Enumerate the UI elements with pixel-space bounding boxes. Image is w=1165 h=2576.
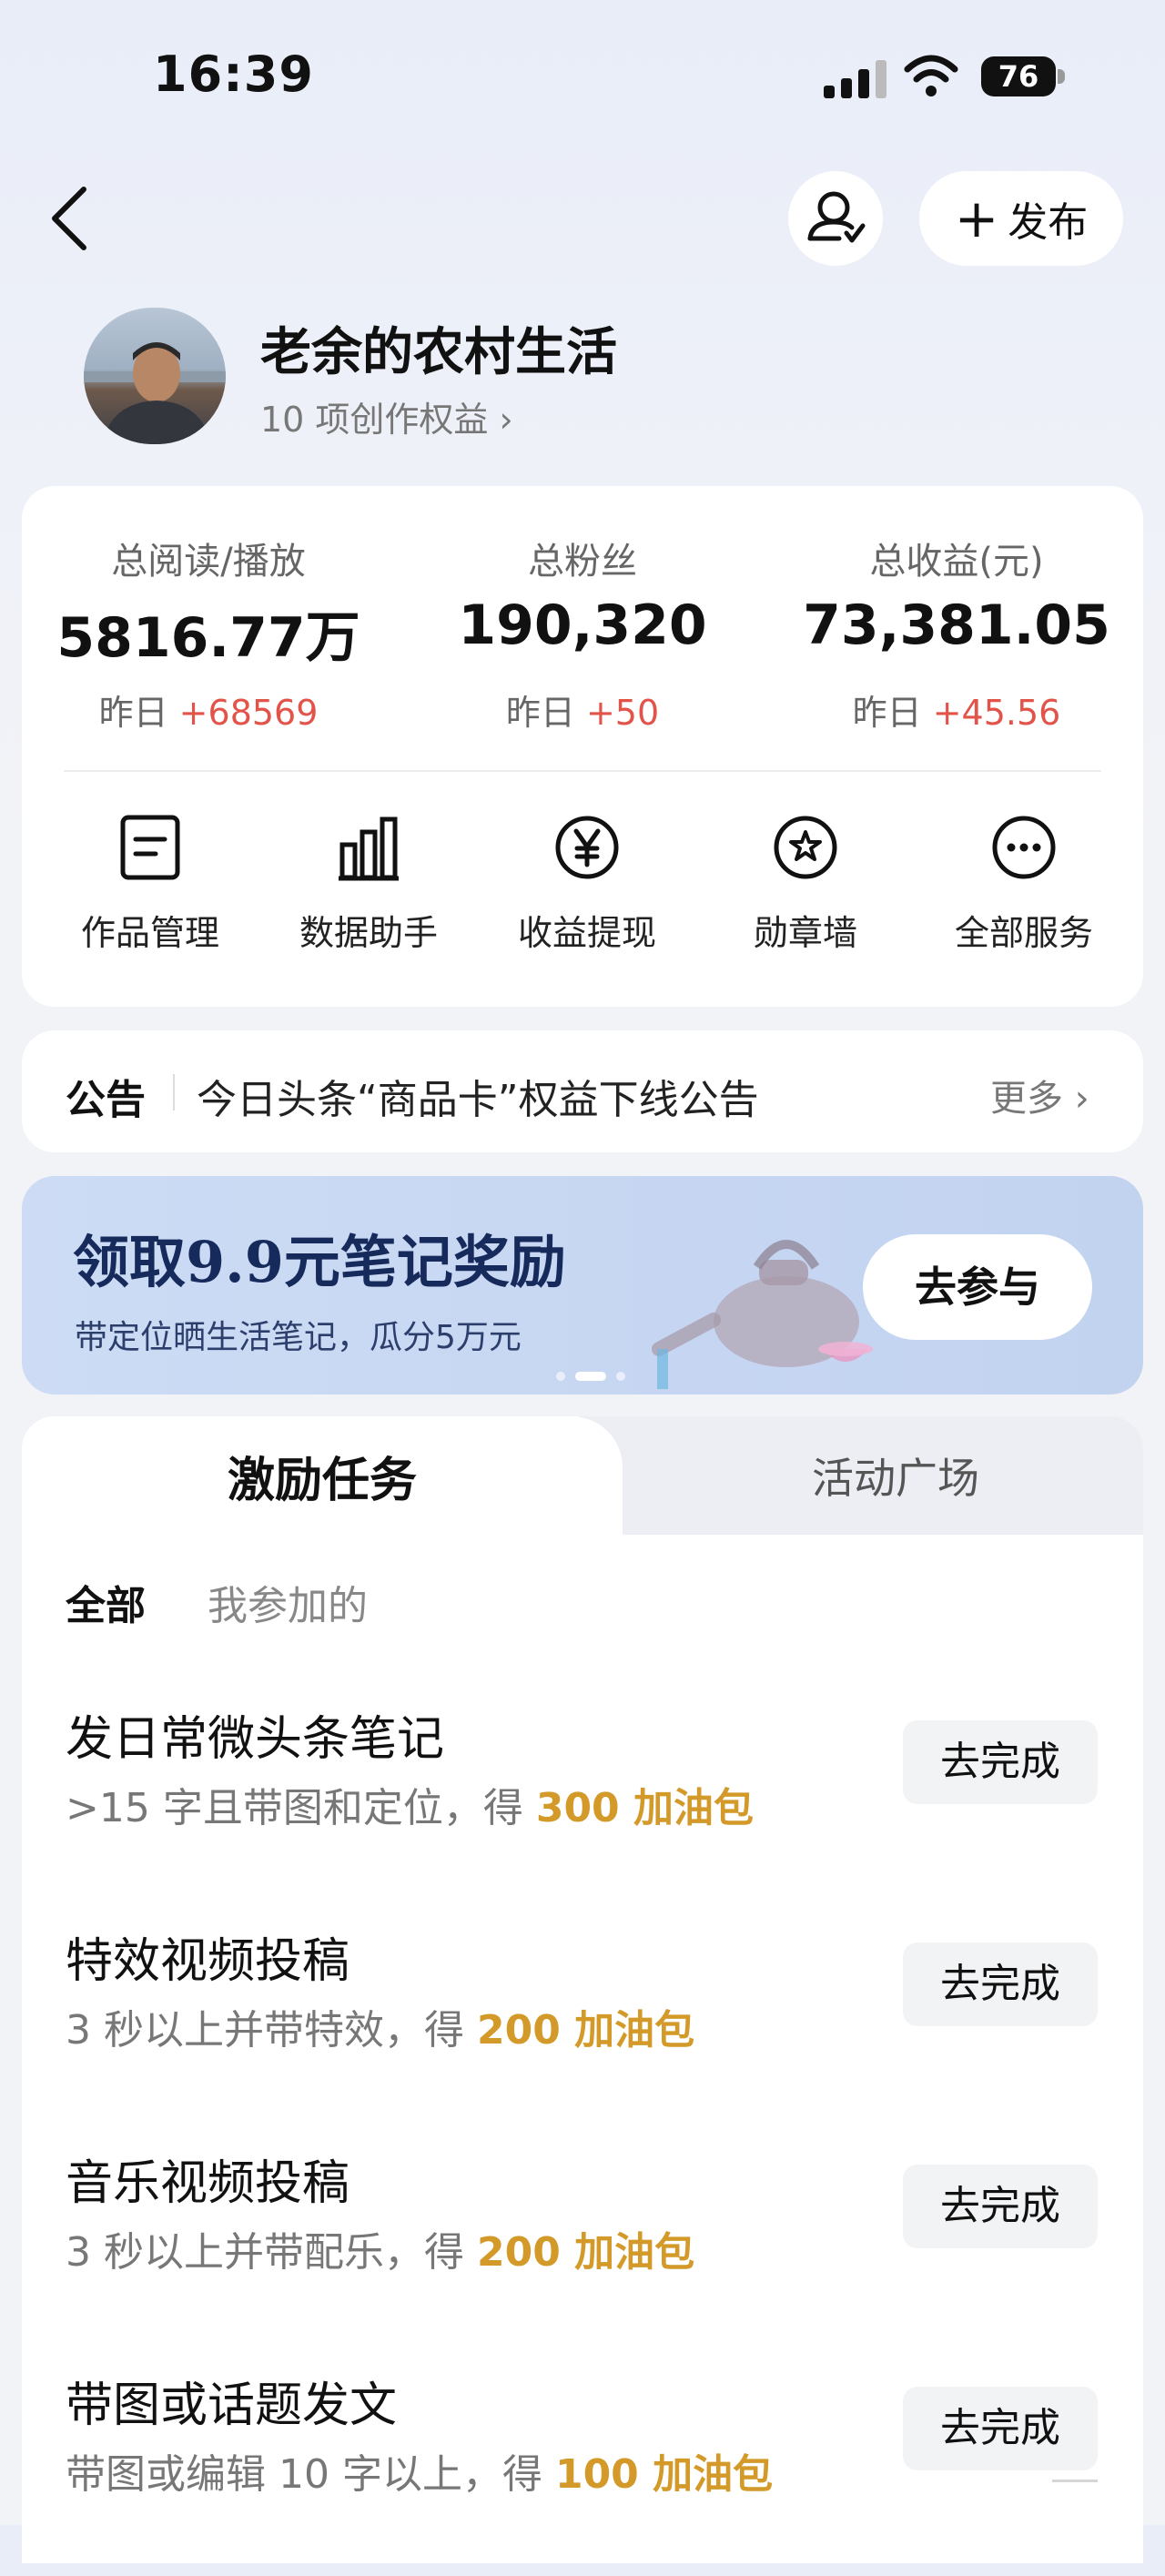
service-medal-wall[interactable]: 勋章墙: [692, 814, 919, 955]
stat-label: 总阅读/播放: [111, 541, 306, 583]
stats-card: 总阅读/播放 5816.77万 昨日 +68569 总粉丝 190,320 昨日…: [22, 486, 1143, 1007]
task-description: 3 秒以上并带特效，得 200 加油包: [66, 2007, 695, 2054]
stat-delta: 昨日 +50: [505, 693, 660, 733]
creator-rights-link[interactable]: 10 项创作权益 ›: [260, 391, 513, 441]
battery-level: 76: [981, 56, 1056, 96]
back-icon[interactable]: [44, 182, 98, 255]
battery-indicator: 76: [981, 56, 1065, 96]
divider: [173, 1074, 175, 1111]
divider: [64, 770, 1101, 772]
task-reward: 100 加油包: [554, 2451, 774, 2498]
stat-value: 5816.77万: [56, 606, 360, 670]
yen-icon: [555, 816, 619, 879]
service-label: 全部服务: [954, 913, 1093, 953]
tab-incentive-tasks[interactable]: 激励任务: [22, 1416, 623, 1535]
filter-all[interactable]: 全部: [66, 1573, 146, 1631]
service-earnings-withdraw[interactable]: 收益提现: [473, 814, 701, 955]
service-label: 数据助手: [299, 913, 438, 953]
battery-cap: [1058, 69, 1065, 84]
task-description: 3 秒以上并带配乐，得 200 加油包: [66, 2229, 695, 2276]
publish-label: 发布: [1008, 199, 1089, 246]
task-reward: 200 加油包: [476, 2229, 695, 2276]
medal-icon: [774, 816, 837, 879]
plus-icon: +: [954, 188, 999, 249]
complete-task-button[interactable]: 去完成: [903, 2165, 1098, 2248]
watermark-bars-icon: [1052, 2480, 1098, 2482]
more-icon: [992, 816, 1056, 879]
promo-banner[interactable]: 领取9.9元笔记奖励 带定位晒生活笔记，瓜分5万元 去参与: [22, 1176, 1143, 1394]
task-item: 音乐视频投稿 3 秒以上并带配乐，得 200 加油包 去完成: [22, 2145, 1143, 2354]
stat-delta: 昨日 +68569: [98, 693, 319, 733]
user-follow-button[interactable]: [788, 171, 883, 266]
announcement-text[interactable]: 今日头条“商品卡”权益下线公告: [197, 1067, 759, 1125]
stat-label: 总收益(元): [869, 541, 1044, 583]
task-item: 发日常微头条笔记 >15 字且带图和定位，得 300 加油包 去完成: [22, 1700, 1143, 1910]
banner-subtitle: 带定位晒生活笔记，瓜分5万元: [75, 1319, 522, 1356]
document-icon: [120, 815, 180, 880]
stat-delta: 昨日 +45.56: [852, 693, 1061, 733]
service-data-assistant[interactable]: 数据助手: [255, 814, 482, 955]
join-button[interactable]: 去参与: [863, 1234, 1092, 1340]
stat-value: 73,381.05: [803, 593, 1110, 657]
avatar-photo: [84, 342, 226, 444]
service-all-services[interactable]: 全部服务: [910, 814, 1138, 955]
announcement-title: 公告: [66, 1077, 146, 1123]
wifi-icon: [904, 55, 958, 96]
cellular-signal-icon: [824, 60, 886, 98]
announcement-more-link[interactable]: 更多 ›: [990, 1069, 1089, 1121]
tasks-panel: 激励任务 活动广场 全部 我参加的 发日常微头条笔记 >15 字且带图和定位，得…: [22, 1416, 1143, 2563]
task-title: 音乐视频投稿: [66, 2156, 350, 2211]
task-description: >15 字且带图和定位，得 300 加油包: [66, 1785, 754, 1831]
service-label: 作品管理: [80, 913, 219, 953]
task-title: 特效视频投稿: [66, 1934, 350, 1989]
publish-button[interactable]: + 发布: [919, 171, 1123, 266]
task-title: 带图或话题发文: [66, 2378, 398, 2433]
bar-chart-icon: [339, 816, 399, 881]
task-reward: 200 加油包: [476, 2007, 695, 2054]
task-reward: 300 加油包: [535, 1785, 754, 1831]
complete-task-button[interactable]: 去完成: [903, 2387, 1098, 2470]
complete-task-button[interactable]: 去完成: [903, 1942, 1098, 2026]
service-label: 勋章墙: [753, 913, 857, 953]
carousel-dots: [556, 1372, 625, 1381]
task-description: 带图或编辑 10 字以上，得 100 加油包: [66, 2451, 774, 2498]
task-item: 特效视频投稿 3 秒以上并带特效，得 200 加油包 去完成: [22, 1922, 1143, 2132]
announcement-bar[interactable]: 公告 今日头条“商品卡”权益下线公告 更多 ›: [22, 1030, 1143, 1152]
complete-task-button[interactable]: 去完成: [903, 1720, 1098, 1804]
tab-activity-square[interactable]: 活动广场: [677, 1416, 1114, 1535]
stat-label: 总粉丝: [528, 541, 637, 583]
filter-joined[interactable]: 我参加的: [208, 1573, 368, 1631]
service-works-management[interactable]: 作品管理: [36, 814, 264, 955]
service-label: 收益提现: [517, 913, 656, 953]
banner-title: 领取9.9元笔记奖励: [73, 1229, 566, 1295]
status-time: 16:39: [153, 46, 314, 103]
stat-value: 190,320: [458, 593, 707, 657]
task-title: 发日常微头条笔记: [66, 1712, 445, 1767]
task-item: 带图或话题发文 带图或编辑 10 字以上，得 100 加油包 去完成: [22, 2367, 1143, 2576]
avatar[interactable]: [84, 308, 226, 444]
user-check-icon: [807, 191, 866, 243]
account-name: 老余的农村生活: [260, 323, 617, 382]
